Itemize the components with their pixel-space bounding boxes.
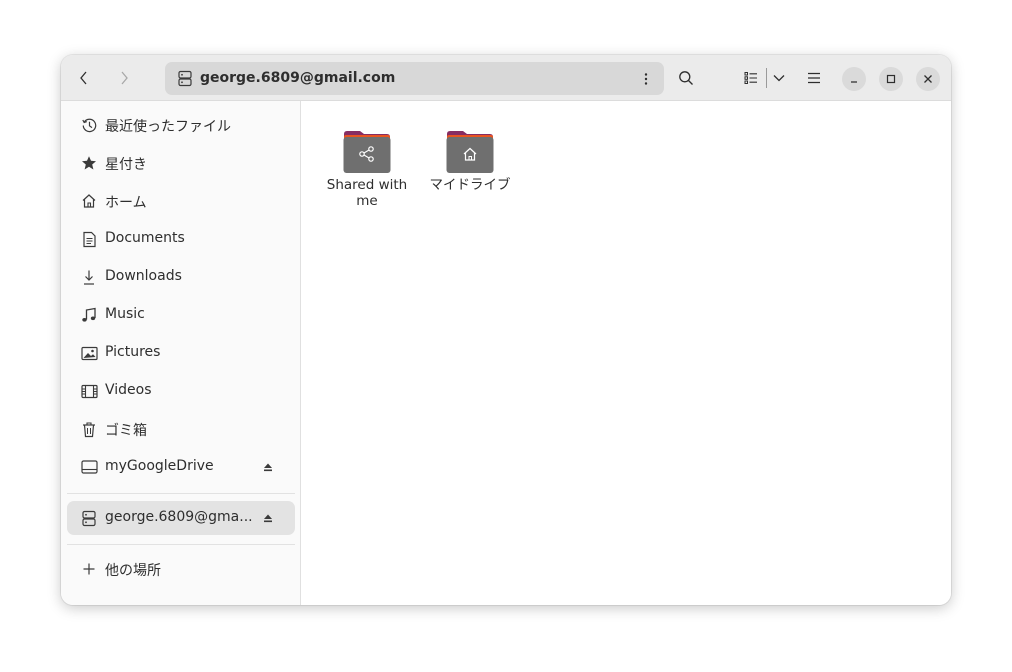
folder-item-my-drive[interactable]: マイドライブ [422, 119, 518, 219]
location-menu-button[interactable] [636, 66, 656, 92]
sidebar-item-label: Pictures [105, 344, 161, 360]
sidebar-item-downloads[interactable]: Downloads [67, 260, 295, 294]
folder-name: Shared with me [326, 177, 408, 209]
sidebar: 最近使ったファイル 星付き ホーム Documents Downloads Mu… [61, 101, 301, 605]
file-view: Shared with me マイドライブ [301, 101, 951, 605]
sidebar-item-label: Documents [105, 230, 185, 246]
sidebar-item-other-locations[interactable]: 他の場所 [67, 552, 295, 586]
chevron-left-icon [80, 71, 87, 85]
sidebar-item-trash[interactable]: ゴミ箱 [67, 412, 295, 446]
home-folder-icon [446, 131, 494, 173]
view-options-dropdown[interactable] [764, 63, 794, 93]
star-icon [80, 154, 98, 172]
location-label: george.6809@gmail.com [200, 70, 396, 86]
header-bar: george.6809@gmail.com [61, 55, 951, 101]
video-icon [80, 382, 98, 400]
sidebar-item-label: Downloads [105, 268, 182, 284]
download-icon [80, 268, 98, 286]
picture-icon [80, 344, 98, 362]
forward-button[interactable] [109, 63, 139, 93]
sidebar-item-label: 星付き [105, 157, 147, 173]
sidebar-item-label: Music [105, 306, 145, 322]
sidebar-item-pictures[interactable]: Pictures [67, 336, 295, 370]
sidebar-separator [67, 493, 295, 494]
eject-button[interactable] [261, 459, 275, 475]
server-icon [80, 509, 98, 527]
file-manager-window: george.6809@gmail.com 最近使ったファイル 星付き ホーム … [61, 55, 951, 605]
eject-icon [264, 463, 272, 472]
location-bar[interactable]: george.6809@gmail.com [165, 62, 664, 95]
shared-folder-icon [343, 131, 391, 173]
chevron-right-icon [121, 71, 128, 85]
trash-icon [80, 420, 98, 438]
minimize-icon [851, 81, 857, 83]
plus-icon [80, 560, 98, 578]
folder-item-shared-with-me[interactable]: Shared with me [319, 119, 415, 219]
sidebar-item-label: ゴミ箱 [105, 423, 147, 439]
sidebar-item-label: 他の場所 [105, 563, 161, 579]
eject-button[interactable] [261, 510, 275, 526]
home-icon [80, 192, 98, 210]
maximize-button[interactable] [879, 67, 903, 91]
back-button[interactable] [69, 63, 99, 93]
close-button[interactable] [916, 67, 940, 91]
minimize-button[interactable] [842, 67, 866, 91]
vertical-dots-icon [644, 73, 648, 85]
sidebar-item-videos[interactable]: Videos [67, 374, 295, 408]
sidebar-item-recent[interactable]: 最近使ったファイル [67, 108, 295, 142]
main-menu-button[interactable] [799, 63, 829, 93]
sidebar-item-mygoogledrive[interactable]: myGoogleDrive [67, 450, 295, 484]
sidebar-item-home[interactable]: ホーム [67, 184, 295, 218]
view-toggle-button[interactable] [736, 63, 766, 93]
eject-icon [264, 514, 272, 523]
server-icon [178, 70, 192, 87]
document-icon [80, 230, 98, 248]
sidebar-item-label: myGoogleDrive [105, 458, 214, 474]
sidebar-item-label: george.6809@gma... [105, 509, 253, 525]
drive-icon [80, 458, 98, 476]
sidebar-item-documents[interactable]: Documents [67, 222, 295, 256]
sidebar-item-music[interactable]: Music [67, 298, 295, 332]
folder-name: マイドライブ [429, 177, 511, 193]
search-icon [679, 71, 693, 85]
sidebar-item-label: Videos [105, 382, 152, 398]
recent-icon [80, 116, 98, 134]
sidebar-item-label: 最近使ったファイル [105, 119, 231, 135]
list-view-icon [744, 72, 757, 84]
sidebar-item-label: ホーム [105, 195, 147, 211]
sidebar-separator [67, 544, 295, 545]
music-icon [80, 306, 98, 324]
sidebar-item-starred[interactable]: 星付き [67, 146, 295, 180]
chevron-down-icon [773, 75, 785, 82]
close-icon [924, 75, 932, 83]
hamburger-menu-icon [808, 72, 820, 84]
maximize-icon [886, 74, 896, 84]
sidebar-item-mounted-account[interactable]: george.6809@gma... [67, 501, 295, 535]
search-button[interactable] [671, 63, 701, 93]
